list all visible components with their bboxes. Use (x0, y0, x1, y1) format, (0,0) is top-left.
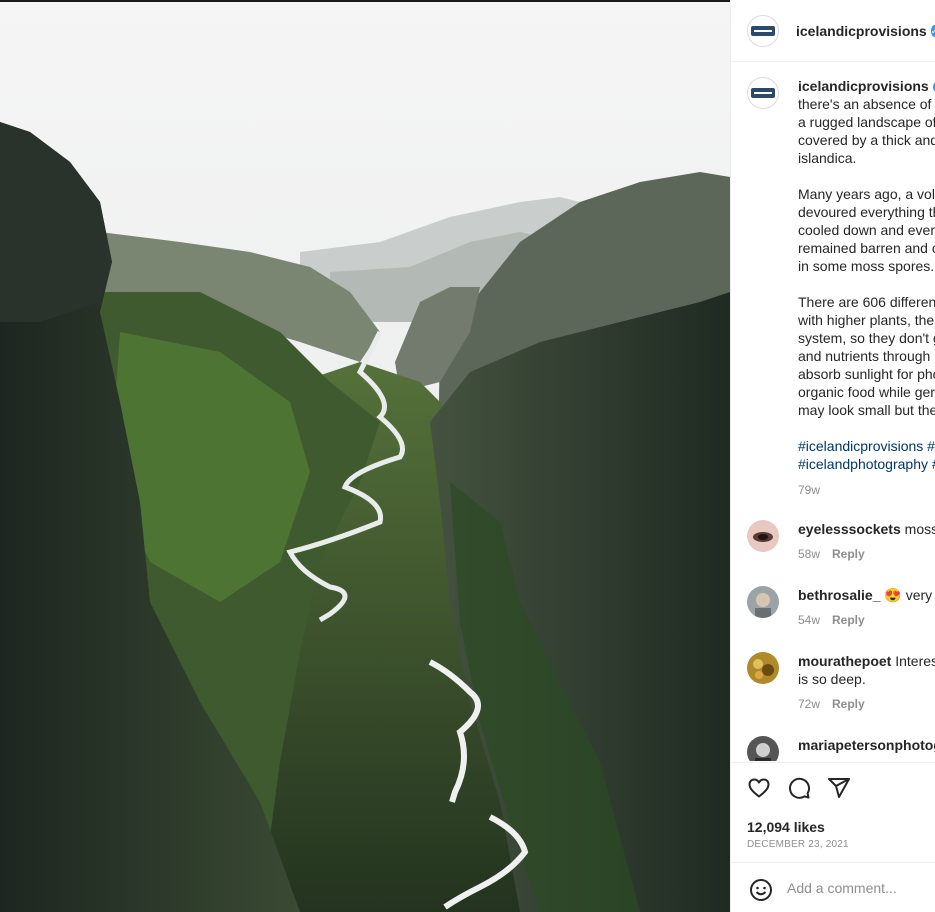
caption-line: islandica. (798, 150, 857, 166)
caption-line: There are 606 different (798, 294, 935, 310)
brand-logo (751, 88, 775, 98)
comments-section[interactable]: icelandicprovisions✓ there's an absence … (731, 63, 935, 761)
caption-line: there's an absence of t (798, 96, 935, 112)
author-username[interactable]: icelandicprovisions (796, 23, 927, 39)
caption-username[interactable]: icelandicprovisions (798, 78, 929, 94)
caption-line: devoured everything th (798, 204, 935, 220)
caption-line: absorb sunlight for pho (798, 366, 935, 382)
post-side-panel: icelandicprovisions✓ icelandicprovisions… (730, 0, 935, 912)
caption-line: in some moss spores. (798, 258, 935, 274)
avatar-eye-image (747, 520, 779, 552)
comment-text: moss h (904, 521, 935, 537)
canyon-image (0, 2, 730, 912)
comment-age: 72w (798, 697, 821, 711)
comment-text: 😍 very in (884, 587, 935, 603)
comment-icon[interactable] (787, 776, 811, 800)
comment-age: 54w (798, 613, 821, 627)
send-icon[interactable] (827, 776, 851, 800)
heart-icon[interactable] (747, 776, 771, 800)
author-avatar[interactable] (747, 14, 779, 47)
commenter-username[interactable]: mariapetersonphotog (798, 737, 935, 753)
caption-line: with higher plants, the (798, 312, 935, 328)
avatar-person-image (747, 586, 779, 618)
post-photo[interactable] (0, 2, 730, 912)
commenter-avatar[interactable] (747, 652, 779, 684)
hashtag-link[interactable]: #icelandicprovisions # (798, 437, 935, 455)
caption-line: and nutrients through (798, 348, 931, 364)
caption-age: 79w (798, 483, 821, 497)
reply-button[interactable]: Reply (832, 613, 865, 627)
emoji-icon[interactable] (749, 878, 773, 902)
reply-button[interactable]: Reply (832, 547, 865, 561)
caption-line: may look small but the (798, 402, 935, 418)
avatar-art-image (747, 652, 779, 684)
verified-badge-icon: ✓ (930, 24, 935, 37)
caption-line: system, so they don't g (798, 330, 935, 346)
caption-line: cooled down and ever (798, 222, 935, 238)
hashtag-link[interactable]: #icelandphotography # (798, 455, 935, 473)
avatar-bw-image (747, 736, 779, 761)
commenter-username[interactable]: mourathepoet (798, 653, 891, 669)
caption-line: organic food while ger (798, 384, 935, 400)
caption-line: covered by a thick and (798, 132, 935, 148)
commenter-username[interactable]: eyelesssockets (798, 521, 901, 537)
likes-count[interactable]: 12,094 likes (747, 819, 825, 835)
post-date: DECEMBER 23, 2021 (747, 839, 849, 850)
reply-button[interactable]: Reply (832, 697, 865, 711)
post-header: icelandicprovisions✓ (731, 0, 935, 62)
commenter-username[interactable]: bethrosalie_ (798, 587, 880, 603)
comment-text-continued: is so deep. (798, 671, 866, 687)
comment-age: 58w (798, 547, 821, 561)
caption-line: remained barren and c (798, 240, 935, 256)
commenter-avatar[interactable] (747, 520, 779, 552)
comment-input[interactable] (787, 877, 932, 899)
commenter-avatar[interactable] (747, 736, 779, 761)
comment-text: Interest (895, 653, 935, 669)
caption-line: a rugged landscape of (798, 114, 935, 130)
caption-line: Many years ago, a volc (798, 186, 935, 202)
add-comment-bar (731, 862, 935, 912)
caption-avatar[interactable] (747, 77, 779, 109)
brand-logo (751, 25, 775, 36)
commenter-avatar[interactable] (747, 586, 779, 618)
